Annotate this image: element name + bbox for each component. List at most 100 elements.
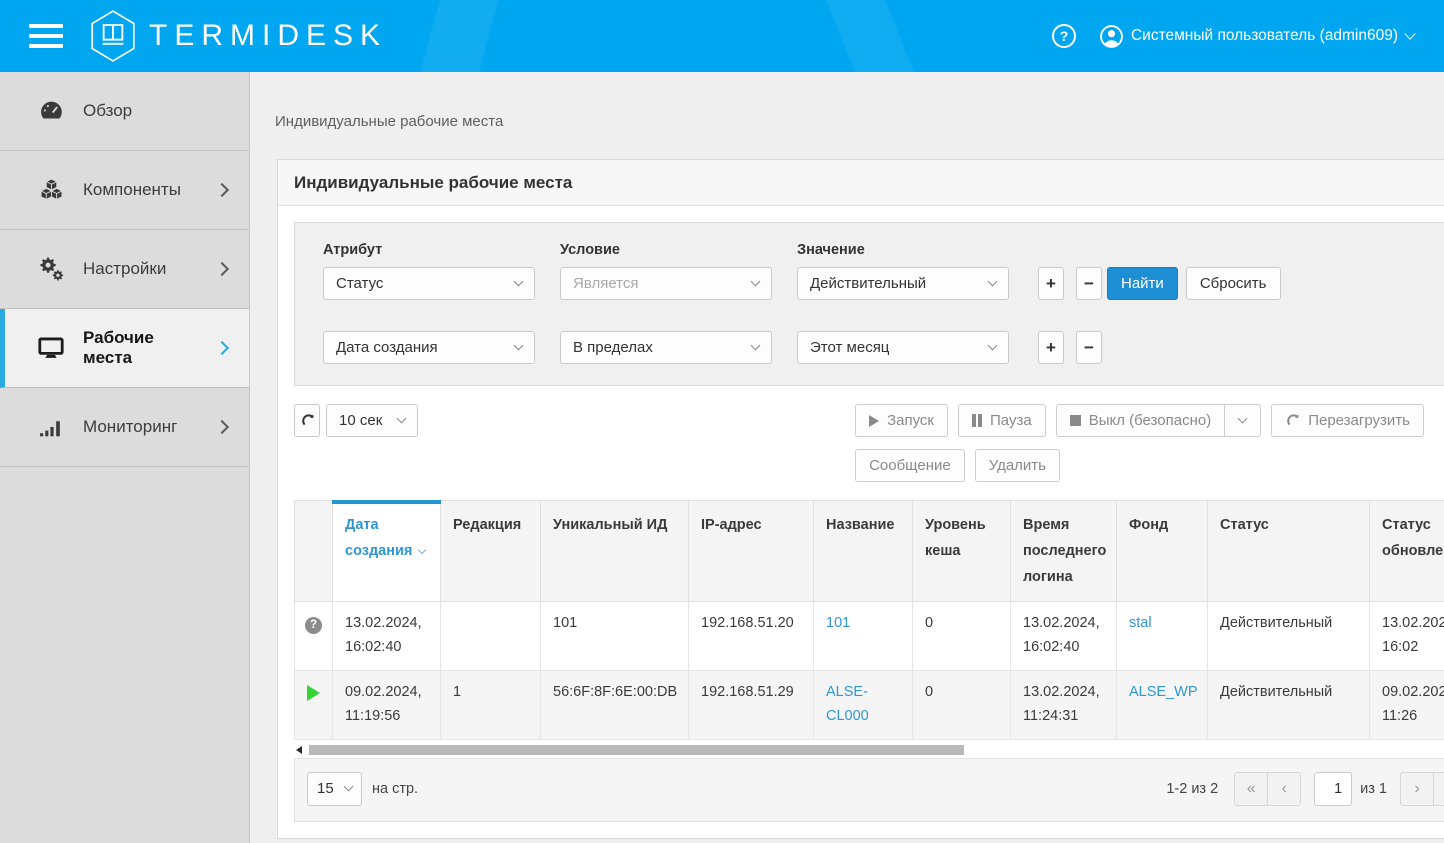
sidebar-item-components[interactable]: Компоненты — [0, 151, 249, 230]
scrollbar-thumb[interactable] — [309, 745, 964, 755]
column-status[interactable]: Статус — [1208, 501, 1370, 602]
breadcrumb: Индивидуальные рабочие места — [275, 113, 1444, 130]
table-row[interactable]: 13.02.2024, 16:02:40 101 192.168.51.20 1… — [295, 602, 1444, 671]
cell-fund: ALSE_WP — [1117, 671, 1208, 740]
sidebar-item-label: Компоненты — [83, 180, 200, 200]
chevron-down-icon — [988, 277, 998, 287]
column-ip-address[interactable]: IP-адрес — [689, 501, 814, 602]
fund-link[interactable]: ALSE_WP — [1129, 684, 1198, 700]
running-status-icon — [307, 685, 320, 701]
page-size-value: 15 — [317, 780, 334, 797]
scroll-left-icon[interactable] — [296, 746, 302, 754]
refresh-interval-value: 10 сек — [339, 412, 382, 429]
column-update-status[interactable]: Статус обновления — [1370, 501, 1444, 602]
column-date-created-label: Дата создания — [345, 517, 412, 559]
cell-status: Действительный — [1208, 671, 1370, 740]
chevron-right-icon — [215, 262, 229, 276]
user-menu[interactable]: Системный пользователь (admin609) — [1100, 25, 1414, 48]
sidebar-item-settings[interactable]: Настройки — [0, 230, 249, 309]
chevron-right-icon — [215, 420, 229, 434]
filter-panel: Атрибут Статус Условие Является — [294, 222, 1444, 386]
cell-name: 101 — [814, 602, 913, 671]
next-page-button[interactable]: › — [1400, 772, 1434, 806]
column-cache-level[interactable]: Уровень кеша — [913, 501, 1011, 602]
attribute-select-2-value: Дата создания — [336, 339, 438, 356]
reset-button[interactable]: Сбросить — [1186, 267, 1281, 300]
cell-last-login-time: 13.02.2024, 16:02:40 — [1011, 602, 1117, 671]
last-page-button[interactable]: » — [1433, 772, 1444, 806]
column-fund[interactable]: Фонд — [1117, 501, 1208, 602]
chevron-down-icon — [514, 277, 524, 287]
attribute-select[interactable]: Статус — [323, 267, 535, 300]
play-icon — [869, 415, 879, 427]
per-page-label: на стр. — [372, 781, 418, 797]
attribute-label: Атрибут — [323, 242, 535, 258]
cell-update-status: 09.02.2024, 11:26 — [1370, 671, 1444, 740]
page-number-input[interactable] — [1314, 772, 1352, 806]
workplace-link[interactable]: 101 — [826, 615, 850, 631]
cell-unique-id: 56:6F:8F:6E:00:DB — [541, 671, 689, 740]
column-row-status-icon — [295, 501, 333, 602]
table-row[interactable]: 09.02.2024, 11:19:56 1 56:6F:8F:6E:00:DB… — [295, 671, 1444, 740]
chevron-down-icon — [1404, 28, 1415, 39]
refresh-interval-select[interactable]: 10 сек — [326, 404, 418, 437]
help-icon[interactable]: ? — [1052, 24, 1076, 48]
chevron-right-icon — [215, 341, 229, 355]
cell-unique-id: 101 — [541, 602, 689, 671]
refresh-button[interactable] — [294, 404, 320, 437]
chevron-down-icon — [397, 414, 407, 424]
cell-last-login-time: 13.02.2024, 11:24:31 — [1011, 671, 1117, 740]
signal-bars-icon — [36, 414, 66, 441]
hamburger-menu-icon[interactable] — [27, 14, 65, 58]
value-select-value: Действительный — [810, 275, 926, 292]
remove-filter-button-2[interactable]: − — [1076, 331, 1102, 364]
user-avatar-icon — [1100, 25, 1123, 48]
brand-logo[interactable]: TERMIDESK — [90, 10, 387, 62]
delete-button[interactable]: Удалить — [975, 449, 1060, 482]
sidebar-item-label: Мониторинг — [83, 417, 200, 437]
remove-filter-button[interactable]: − — [1076, 267, 1102, 300]
monitor-icon — [36, 334, 66, 362]
sidebar-item-monitoring[interactable]: Мониторинг — [0, 388, 249, 467]
sidebar-item-workplaces[interactable]: Рабочие места — [0, 309, 249, 388]
page-size-select[interactable]: 15 — [307, 772, 362, 806]
start-button[interactable]: Запуск — [855, 404, 948, 437]
pause-icon — [972, 414, 976, 427]
column-edition[interactable]: Редакция — [441, 501, 541, 602]
cell-status: Действительный — [1208, 602, 1370, 671]
workplace-link[interactable]: ALSE-CL000 — [826, 684, 869, 724]
chevron-down-icon — [1238, 414, 1248, 424]
horizontal-scrollbar[interactable] — [294, 742, 1444, 758]
reload-icon — [1285, 413, 1300, 428]
condition-label: Условие — [560, 242, 772, 258]
fund-link[interactable]: stal — [1129, 615, 1152, 631]
power-off-safe-button[interactable]: Выкл (безопасно) — [1056, 404, 1226, 437]
find-button[interactable]: Найти — [1107, 267, 1178, 300]
first-page-button[interactable]: « — [1234, 772, 1268, 806]
sidebar-item-overview[interactable]: Обзор — [0, 72, 249, 151]
delete-button-label: Удалить — [989, 457, 1046, 474]
column-last-login-time[interactable]: Время последнего логина — [1011, 501, 1117, 602]
sidebar: Обзор Компоненты Настройки — [0, 72, 250, 843]
attribute-select-2[interactable]: Дата создания — [323, 331, 535, 364]
message-button[interactable]: Сообщение — [855, 449, 965, 482]
column-unique-id[interactable]: Уникальный ИД — [541, 501, 689, 602]
cell-cache-level: 0 — [913, 602, 1011, 671]
power-off-safe-label: Выкл (безопасно) — [1089, 412, 1212, 429]
reboot-button[interactable]: Перезагрузить — [1271, 404, 1424, 437]
column-date-created[interactable]: Дата создания — [333, 501, 441, 602]
sidebar-item-label: Обзор — [83, 101, 227, 121]
add-filter-button-2[interactable]: + — [1038, 331, 1064, 364]
workplaces-card: Индивидуальные рабочие места Атрибут Ста… — [277, 159, 1444, 839]
cell-date-created: 13.02.2024, 16:02:40 — [333, 602, 441, 671]
value-select[interactable]: Действительный — [797, 267, 1009, 300]
value-select-2[interactable]: Этот месяц — [797, 331, 1009, 364]
condition-select[interactable]: Является — [560, 267, 772, 300]
power-off-options-button[interactable] — [1224, 404, 1261, 437]
pause-button[interactable]: Пауза — [958, 404, 1046, 437]
add-filter-button[interactable]: + — [1038, 267, 1064, 300]
column-name[interactable]: Название — [814, 501, 913, 602]
previous-page-button[interactable]: ‹ — [1267, 772, 1301, 806]
pause-button-label: Пауза — [990, 412, 1032, 429]
condition-select-2[interactable]: В пределах — [560, 331, 772, 364]
